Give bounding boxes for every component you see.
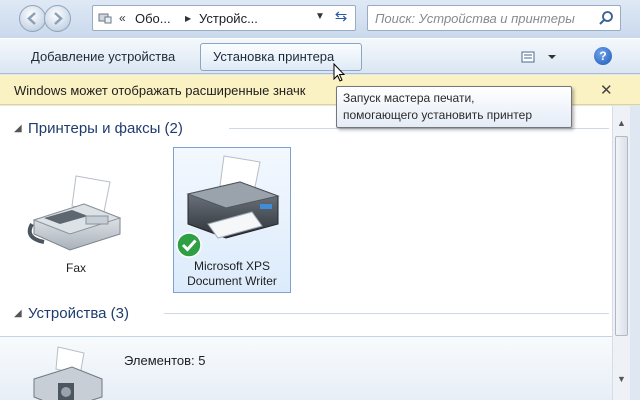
scrollbar-thumb[interactable] bbox=[615, 136, 628, 336]
group-header-printers[interactable]: ◢ Принтеры и факсы (2) bbox=[14, 118, 609, 138]
tooltip: Запуск мастера печати, помогающего устан… bbox=[336, 86, 572, 128]
device-label-line-2: Document Writer bbox=[187, 274, 277, 288]
search-placeholder: Поиск: Устройства и принтеры bbox=[375, 11, 575, 26]
scroll-up-icon[interactable]: ▲ bbox=[617, 118, 626, 128]
window-header: « Обо... ▶ Устройс... ▼ ⇆ Поиск: Устройс… bbox=[0, 0, 640, 38]
add-device-button[interactable]: Добавление устройства bbox=[18, 43, 188, 71]
view-options-button[interactable] bbox=[516, 49, 562, 65]
refresh-icon: ⇆ bbox=[334, 8, 348, 25]
device-microsoft-xps-document-writer[interactable]: Microsoft XPS Document Writer bbox=[173, 147, 291, 293]
fax-icon bbox=[33, 346, 103, 400]
details-pane: Элементов: 5 bbox=[0, 336, 612, 400]
search-icon[interactable] bbox=[598, 10, 614, 26]
chevron-down-icon[interactable]: ▼ bbox=[315, 11, 325, 22]
breadcrumb-separator[interactable]: ▶ bbox=[185, 14, 191, 23]
breadcrumb-item-devices[interactable]: Устройс... bbox=[199, 11, 258, 26]
vertical-scrollbar[interactable]: ▲ ▼ bbox=[612, 106, 630, 400]
group-divider bbox=[229, 128, 609, 129]
address-bar[interactable]: « Обо... ▶ Устройс... ▼ bbox=[92, 5, 356, 31]
group-divider bbox=[164, 313, 609, 314]
window-frame bbox=[630, 106, 640, 400]
breadcrumb-item-control-panel[interactable]: Обо... bbox=[135, 11, 171, 26]
breadcrumb-overflow[interactable]: « bbox=[119, 11, 126, 25]
tooltip-line-2: помогающего установить принтер bbox=[343, 108, 532, 122]
device-label-line-1: Microsoft XPS bbox=[193, 259, 271, 273]
fax-icon bbox=[27, 175, 122, 251]
device-label: Microsoft XPS Document Writer bbox=[174, 259, 290, 289]
scroll-down-icon[interactable]: ▼ bbox=[617, 374, 626, 384]
group-header-devices[interactable]: ◢ Устройства (3) bbox=[14, 303, 609, 323]
command-bar: Добавление устройства Установка принтера… bbox=[0, 38, 640, 74]
device-fax[interactable]: Fax bbox=[24, 168, 128, 278]
view-options-icon bbox=[521, 51, 556, 63]
default-check-icon bbox=[176, 232, 202, 258]
search-input[interactable]: Поиск: Устройства и принтеры bbox=[367, 5, 621, 31]
back-arrow-icon bbox=[27, 12, 36, 25]
chevron-down-icon[interactable]: ◢ bbox=[14, 123, 28, 134]
forward-arrow-icon bbox=[54, 12, 63, 25]
forward-button[interactable] bbox=[44, 5, 71, 32]
info-bar-message[interactable]: Windows может отображать расширенные зна… bbox=[14, 83, 306, 98]
tooltip-line-1: Запуск мастера печати, bbox=[343, 91, 475, 105]
item-count: Элементов: 5 bbox=[124, 353, 206, 368]
group-title: Устройства (3) bbox=[28, 304, 129, 322]
group-title: Принтеры и факсы (2) bbox=[28, 119, 183, 137]
back-button[interactable] bbox=[19, 5, 46, 32]
close-icon[interactable]: ✕ bbox=[600, 81, 613, 99]
mouse-cursor-icon bbox=[333, 63, 345, 82]
chevron-down-icon[interactable]: ◢ bbox=[14, 308, 28, 319]
device-label: Fax bbox=[65, 261, 86, 275]
refresh-button[interactable]: ⇆ bbox=[328, 6, 354, 28]
help-button[interactable]: ? bbox=[594, 47, 612, 65]
devices-folder-icon bbox=[98, 13, 112, 24]
